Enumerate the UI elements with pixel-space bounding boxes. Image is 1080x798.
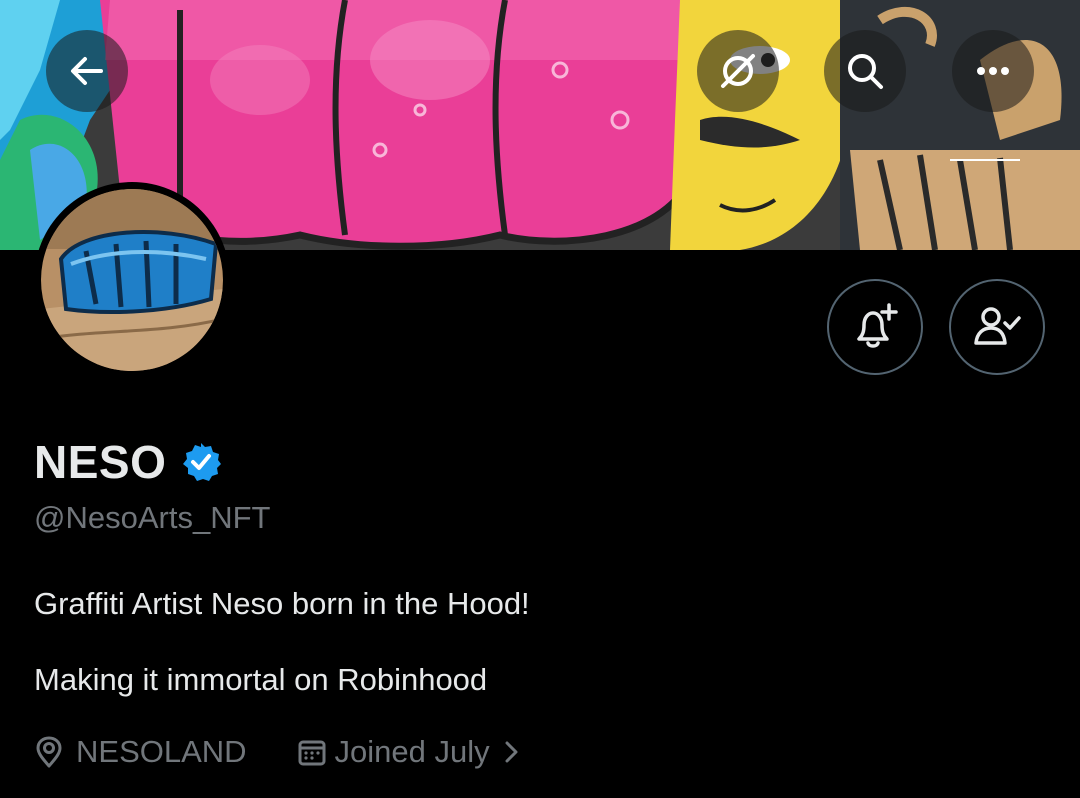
username-handle: @NesoArts_NFT (34, 500, 271, 535)
bell-plus-icon (857, 303, 898, 348)
user-check-icon (974, 307, 1021, 345)
back-button[interactable] (46, 30, 128, 112)
grok-icon (721, 54, 755, 88)
profile-meta: NESOLAND Joined July (34, 730, 522, 774)
location: NESOLAND (34, 734, 247, 770)
bio-line-2: Making it immortal on Robinhood (34, 662, 488, 697)
notifications-button[interactable] (827, 279, 923, 375)
grok-button[interactable] (697, 30, 779, 112)
bio-line-1: Graffiti Artist Neso born in the Hood! (34, 586, 530, 621)
arrow-left-icon (71, 57, 103, 85)
avatar-image (41, 189, 223, 371)
joined-label: Joined July (334, 734, 490, 769)
more-horizontal-icon (977, 67, 1009, 75)
following-button[interactable] (949, 279, 1045, 375)
search-icon (848, 54, 883, 89)
location-pin-icon (36, 736, 62, 768)
display-name: NESO (34, 436, 167, 488)
chevron-right-icon (505, 741, 518, 763)
location-label: NESOLAND (76, 734, 247, 769)
name-row: NESO (34, 432, 222, 492)
search-button[interactable] (824, 30, 906, 112)
calendar-icon (298, 740, 326, 766)
more-options-button[interactable] (952, 30, 1034, 112)
joined-date[interactable]: Joined July (297, 734, 522, 770)
verified-badge-icon[interactable] (180, 441, 222, 483)
profile-avatar[interactable] (34, 182, 230, 378)
